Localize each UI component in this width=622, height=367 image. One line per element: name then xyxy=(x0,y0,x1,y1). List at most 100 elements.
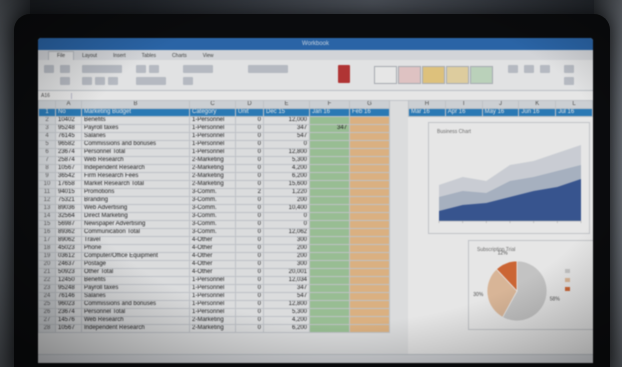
cell[interactable]: Phone xyxy=(81,244,190,253)
cell[interactable] xyxy=(309,268,350,277)
cell[interactable]: 0 xyxy=(235,284,264,293)
format-cells-icon[interactable] xyxy=(540,65,550,73)
cell[interactable]: 547 xyxy=(263,132,310,141)
cell[interactable]: 76145 xyxy=(55,132,82,141)
cell[interactable]: Payroll taxes xyxy=(81,284,190,293)
cell[interactable]: 32564 xyxy=(55,212,82,221)
align-center-icon[interactable] xyxy=(149,65,159,73)
cell[interactable] xyxy=(309,180,350,189)
row-header[interactable]: 2 xyxy=(38,116,56,125)
cell[interactable] xyxy=(349,132,390,141)
style-neutral[interactable] xyxy=(422,66,445,84)
row-header[interactable]: 13 xyxy=(38,204,56,213)
style-bad[interactable] xyxy=(398,66,421,84)
cell[interactable]: 17658 xyxy=(55,180,82,189)
cell[interactable]: 1-Personnel xyxy=(189,292,236,301)
column-header[interactable]: H xyxy=(408,100,446,109)
cell[interactable] xyxy=(309,164,350,173)
tab-layout[interactable]: Layout xyxy=(74,52,105,60)
cell[interactable]: Branding xyxy=(81,196,190,205)
cell[interactable]: 3-Comm. xyxy=(189,212,236,221)
cell[interactable]: Commissions and bonuses xyxy=(81,300,190,309)
cell[interactable]: 4,200 xyxy=(263,164,310,173)
cell[interactable] xyxy=(309,244,350,253)
row-header[interactable]: 19 xyxy=(38,252,56,261)
header-cell[interactable]: No xyxy=(55,108,82,117)
cell[interactable]: 6,200 xyxy=(263,324,310,333)
cell[interactable]: 12,000 xyxy=(263,116,310,125)
cell[interactable]: 25874 xyxy=(55,156,82,165)
header-cell[interactable]: Category xyxy=(189,108,236,117)
cell[interactable]: 0 xyxy=(263,140,310,149)
cell[interactable] xyxy=(349,204,390,213)
cell[interactable] xyxy=(349,196,390,205)
cell[interactable] xyxy=(309,172,350,181)
cell[interactable]: Payroll taxes xyxy=(81,124,190,133)
cell[interactable]: 300 xyxy=(263,260,310,269)
conditional-format[interactable] xyxy=(248,65,288,73)
cell[interactable]: 0 xyxy=(235,148,264,157)
cell[interactable] xyxy=(349,228,390,237)
filter-icon[interactable] xyxy=(564,77,574,85)
cell[interactable]: Web Research xyxy=(81,156,190,165)
cell[interactable] xyxy=(309,220,350,229)
cell[interactable]: 50923 xyxy=(55,268,82,277)
pie-chart[interactable]: Subscription Trial 58% 30% 12% xyxy=(468,240,593,330)
header-cell[interactable]: Jan 16 xyxy=(309,108,350,117)
bold-icon[interactable] xyxy=(82,77,92,85)
cell[interactable]: 3-Comm. xyxy=(189,204,236,213)
cell[interactable] xyxy=(349,164,390,173)
row-header[interactable]: 22 xyxy=(38,276,56,285)
cell[interactable]: Independent Research xyxy=(81,324,190,333)
cell[interactable] xyxy=(309,204,350,213)
cell[interactable]: Direct Marketing xyxy=(81,212,190,221)
cell[interactable]: Benefits xyxy=(81,116,190,125)
cell[interactable]: 0 xyxy=(235,204,264,213)
cell[interactable]: 12450 xyxy=(55,276,82,285)
row-header[interactable]: 4 xyxy=(38,132,56,141)
cell[interactable] xyxy=(309,228,350,237)
font-selector[interactable] xyxy=(82,65,122,73)
cell[interactable]: Salaries xyxy=(81,132,190,141)
cell[interactable]: 347 xyxy=(263,124,310,133)
cell[interactable] xyxy=(349,156,390,165)
column-header[interactable]: J xyxy=(481,100,520,109)
cell[interactable] xyxy=(309,292,350,301)
cell[interactable] xyxy=(309,252,350,261)
cell[interactable]: Communication Total xyxy=(81,228,190,237)
cell[interactable]: 0 xyxy=(235,196,264,205)
cell[interactable] xyxy=(349,140,390,149)
cell[interactable] xyxy=(349,180,390,189)
row-header[interactable]: 12 xyxy=(38,196,56,205)
cell[interactable]: 347 xyxy=(309,124,350,133)
column-header[interactable]: L xyxy=(555,100,593,109)
cell[interactable]: 1-Personnel xyxy=(189,132,236,141)
cell[interactable] xyxy=(309,300,350,309)
cell[interactable]: 20,001 xyxy=(263,268,310,277)
row-header[interactable]: 25 xyxy=(38,300,56,309)
merge-button[interactable] xyxy=(136,77,166,85)
cell[interactable]: 95248 xyxy=(55,284,82,293)
column-header[interactable]: B xyxy=(81,100,190,109)
cell[interactable]: 5,300 xyxy=(263,308,310,317)
cell[interactable]: 0 xyxy=(235,316,264,325)
cell[interactable]: Computer/Office Equipment xyxy=(81,252,190,261)
cell[interactable]: 300 xyxy=(263,236,310,245)
cell[interactable]: 0 xyxy=(235,308,264,317)
cell[interactable]: 56987 xyxy=(55,220,82,229)
column-header[interactable]: E xyxy=(263,100,310,109)
cell[interactable]: 0 xyxy=(235,124,264,133)
cell[interactable]: 23674 xyxy=(55,148,82,157)
column-header[interactable]: A xyxy=(55,100,82,109)
cell[interactable]: 10,400 xyxy=(263,204,310,213)
column-header[interactable]: D xyxy=(235,100,264,109)
cell[interactable]: 1-Personnel xyxy=(189,308,236,317)
column-header[interactable]: K xyxy=(518,100,557,109)
cell[interactable] xyxy=(309,324,350,333)
header-cell[interactable]: Marketing Budget xyxy=(81,108,190,117)
cell[interactable]: 4-Other xyxy=(189,268,236,277)
cell[interactable] xyxy=(309,260,350,269)
cell[interactable] xyxy=(349,236,390,245)
cell[interactable]: 94015 xyxy=(55,188,82,197)
header-cell[interactable]: May 16 xyxy=(481,108,520,117)
